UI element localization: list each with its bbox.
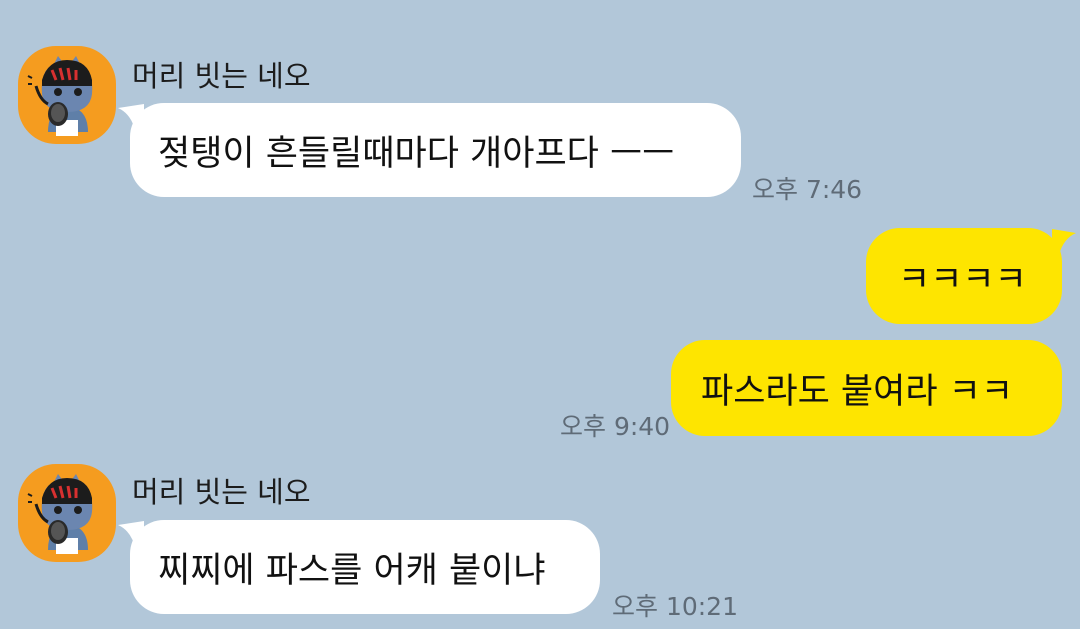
message-bubble-outgoing[interactable]: ㅋㅋㅋㅋ: [866, 228, 1062, 324]
sender-name: 머리 빗는 네오: [132, 59, 311, 93]
message-timestamp: 오후 10:21: [612, 592, 738, 621]
message-bubble-incoming[interactable]: 젖탱이 흔들릴때마다 개아프다 ㅡㅡ: [130, 103, 741, 197]
message-bubble-incoming[interactable]: 찌찌에 파스를 어캐 붙이냐: [130, 520, 600, 614]
message-timestamp: 오후 9:40: [560, 412, 671, 441]
message-bubble-outgoing[interactable]: 파스라도 붙여라 ㅋㅋ: [671, 340, 1062, 436]
neo-character-avatar-icon[interactable]: [18, 464, 116, 562]
message-timestamp: 오후 7:46: [752, 175, 863, 204]
chat-message-list[interactable]: 머리 빗는 네오 젖탱이 흔들릴때마다 개아프다 ㅡㅡ 오후 7:46 ㅋㅋㅋㅋ…: [0, 0, 1080, 629]
outgoing-bubble-tail: [1052, 229, 1076, 259]
sender-name: 머리 빗는 네오: [132, 475, 311, 509]
neo-character-avatar-icon[interactable]: [18, 46, 116, 144]
